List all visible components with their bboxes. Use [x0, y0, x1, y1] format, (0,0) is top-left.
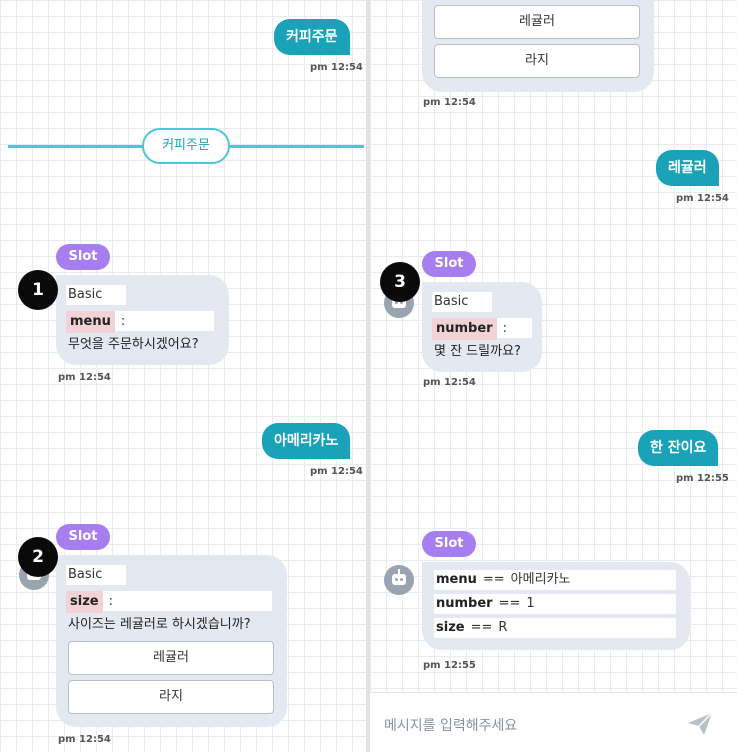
step-marker-3: 3: [380, 262, 420, 302]
message-timestamp: pm 12:54: [423, 377, 476, 388]
card-title: Basic: [66, 565, 126, 585]
user-message-bubble: 한 잔이요: [638, 430, 719, 466]
right-chat-panel: 레귤러 라지 pm 12:54 레귤러 pm 12:54 Slot Basic …: [370, 0, 737, 752]
message-input-bar[interactable]: 메시지를 입력해주세요: [370, 692, 737, 752]
result-value: 1: [526, 596, 535, 611]
slot-badge: Slot: [422, 251, 476, 277]
user-message-bubble: 커피주문: [274, 19, 350, 55]
bot-prompt-text: 사이즈는 레귤러로 하시겠습니까?: [68, 617, 251, 632]
option-button-regular[interactable]: 레귤러: [434, 5, 640, 39]
result-row: menu == 아메리카노: [434, 570, 676, 590]
result-key: number: [436, 596, 493, 611]
bot-prompt-text: 몇 잔 드릴까요?: [434, 344, 521, 359]
message-timestamp: pm 12:54: [676, 193, 729, 204]
slot-row: size:: [66, 591, 272, 613]
result-operator: ==: [498, 596, 521, 611]
result-operator: ==: [470, 620, 493, 635]
slot-name: number: [432, 318, 497, 340]
send-icon[interactable]: [686, 711, 714, 737]
user-message-bubble: 아메리카노: [262, 423, 351, 459]
slot-badge: Slot: [56, 244, 110, 270]
user-message-bubble: 레귤러: [656, 150, 719, 186]
card-title: Basic: [66, 285, 126, 305]
slot-row: menu:: [66, 311, 214, 333]
option-button-large[interactable]: 라지: [68, 680, 274, 714]
slot-badge: Slot: [56, 524, 110, 550]
option-button-regular[interactable]: 레귤러: [68, 641, 274, 675]
slot-result-card: menu == 아메리카노 number == 1 size == R: [422, 562, 690, 650]
slot-colon: :: [502, 321, 507, 336]
step-marker-2: 2: [18, 537, 58, 577]
message-timestamp: pm 12:54: [58, 734, 111, 745]
message-timestamp: pm 12:54: [58, 372, 111, 383]
slot-colon: :: [108, 594, 113, 609]
step-marker-1: 1: [18, 270, 58, 310]
result-key: size: [436, 620, 465, 635]
message-input[interactable]: 메시지를 입력해주세요: [384, 715, 517, 735]
result-value: 아메리카노: [510, 572, 571, 587]
message-timestamp: pm 12:54: [310, 466, 363, 477]
slot-name: size: [66, 591, 103, 613]
message-timestamp: pm 12:54: [310, 62, 363, 73]
result-row: size == R: [434, 618, 676, 638]
result-operator: ==: [482, 572, 505, 587]
slot-name: menu: [66, 311, 115, 333]
bot-slot-card: Basic menu: 무엇을 주문하시겠어요?: [56, 275, 229, 365]
bot-slot-card: Basic number: 몇 잔 드릴까요?: [422, 282, 542, 372]
slot-badge: Slot: [422, 531, 476, 557]
bot-slot-card-partial: 레귤러 라지: [422, 0, 654, 92]
bot-prompt-text: 무엇을 주문하시겠어요?: [68, 337, 199, 352]
slot-row: number:: [432, 318, 532, 340]
scenario-separator-label: 커피주문: [142, 128, 230, 164]
card-title: Basic: [432, 292, 492, 312]
message-timestamp: pm 12:55: [423, 660, 476, 671]
result-value: R: [498, 620, 508, 635]
result-key: menu: [436, 572, 477, 587]
option-button-large[interactable]: 라지: [434, 44, 640, 78]
left-chat-panel: 커피주문 pm 12:54 커피주문 Slot Basic menu: 무엇을 …: [0, 0, 366, 752]
result-row: number == 1: [434, 594, 676, 614]
message-timestamp: pm 12:54: [423, 97, 476, 108]
bot-avatar-icon: [384, 565, 414, 595]
bot-slot-card: Basic size: 사이즈는 레귤러로 하시겠습니까? 레귤러 라지: [56, 555, 287, 727]
message-timestamp: pm 12:55: [676, 473, 729, 484]
slot-colon: :: [120, 314, 126, 329]
